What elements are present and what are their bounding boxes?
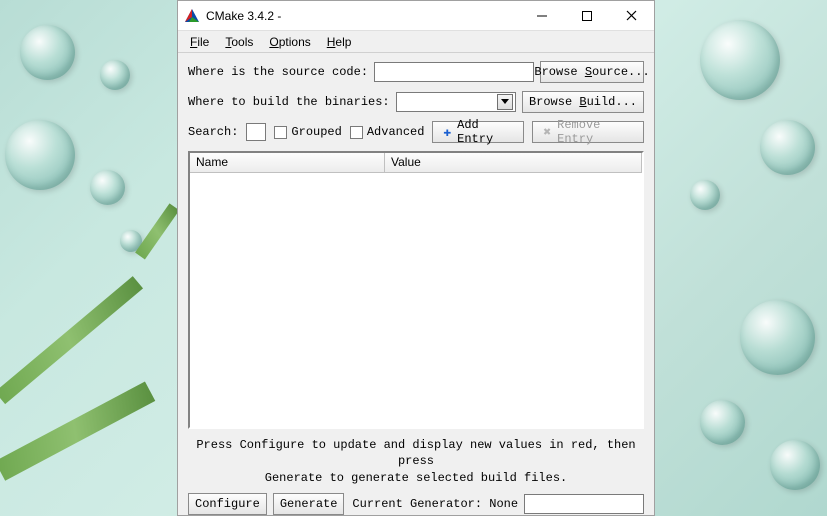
content-area: Where is the source code: Browse Source.… <box>178 53 654 515</box>
source-row: Where is the source code: Browse Source.… <box>188 61 644 83</box>
wallpaper-drop <box>90 170 125 205</box>
hint-line: Press Configure to update and display ne… <box>192 437 640 471</box>
grouped-label: Grouped <box>291 125 341 139</box>
chevron-down-icon[interactable] <box>497 94 513 110</box>
toolbar-row: Search: Grouped Advanced ✚ Add Entry ✖ R… <box>188 121 644 143</box>
wallpaper-drop <box>770 440 820 490</box>
search-input[interactable] <box>246 123 266 141</box>
source-path-input[interactable] <box>374 62 534 82</box>
search-label: Search: <box>188 125 238 139</box>
wallpaper-drop <box>740 300 815 375</box>
bottom-row: Configure Generate Current Generator: No… <box>188 493 644 515</box>
hint-text: Press Configure to update and display ne… <box>188 435 644 493</box>
grouped-checkbox[interactable]: Grouped <box>274 125 341 139</box>
browse-source-button[interactable]: Browse Source... <box>540 61 644 83</box>
checkbox-icon <box>350 126 363 139</box>
maximize-button[interactable] <box>564 1 609 30</box>
wallpaper-drop <box>760 120 815 175</box>
advanced-label: Advanced <box>367 125 425 139</box>
column-name[interactable]: Name <box>190 153 385 172</box>
window-title: CMake 3.4.2 - <box>206 9 519 23</box>
browse-build-button[interactable]: Browse Build... <box>522 91 644 113</box>
wallpaper-drop <box>700 20 780 100</box>
table-body[interactable] <box>190 173 642 427</box>
table-header: Name Value <box>190 153 642 173</box>
column-value[interactable]: Value <box>385 153 642 172</box>
wallpaper-leaf <box>0 276 143 404</box>
cache-table[interactable]: Name Value <box>188 151 644 429</box>
build-path-combo[interactable] <box>396 92 516 112</box>
remove-entry-button[interactable]: ✖ Remove Entry <box>532 121 644 143</box>
menu-file[interactable]: File <box>182 33 217 51</box>
advanced-checkbox[interactable]: Advanced <box>350 125 425 139</box>
wallpaper-drop <box>690 180 720 210</box>
x-icon: ✖ <box>541 126 553 139</box>
cmake-app-icon <box>184 8 200 24</box>
current-generator-label: Current Generator: None <box>350 497 518 511</box>
source-label: Where is the source code: <box>188 65 368 79</box>
generate-button[interactable]: Generate <box>273 493 345 515</box>
minimize-button[interactable] <box>519 1 564 30</box>
wallpaper-leaf <box>0 381 155 480</box>
wallpaper-drop <box>100 60 130 90</box>
wallpaper-leaf <box>135 203 179 259</box>
window-controls <box>519 1 654 30</box>
configure-button[interactable]: Configure <box>188 493 267 515</box>
build-label: Where to build the binaries: <box>188 95 390 109</box>
output-box[interactable] <box>524 494 644 514</box>
wallpaper-drop <box>20 25 75 80</box>
close-button[interactable] <box>609 1 654 30</box>
plus-icon: ✚ <box>441 126 453 139</box>
menu-tools[interactable]: Tools <box>217 33 261 51</box>
menubar: File Tools Options Help <box>178 31 654 53</box>
menu-help[interactable]: Help <box>319 33 360 51</box>
titlebar[interactable]: CMake 3.4.2 - <box>178 1 654 31</box>
add-entry-button[interactable]: ✚ Add Entry <box>432 121 524 143</box>
build-row: Where to build the binaries: Browse Buil… <box>188 91 644 113</box>
cmake-window: CMake 3.4.2 - File Tools Options Help Wh… <box>177 0 655 516</box>
menu-options[interactable]: Options <box>261 33 318 51</box>
wallpaper-drop <box>5 120 75 190</box>
checkbox-icon <box>274 126 287 139</box>
hint-line: Generate to generate selected build file… <box>192 470 640 487</box>
wallpaper-drop <box>700 400 745 445</box>
